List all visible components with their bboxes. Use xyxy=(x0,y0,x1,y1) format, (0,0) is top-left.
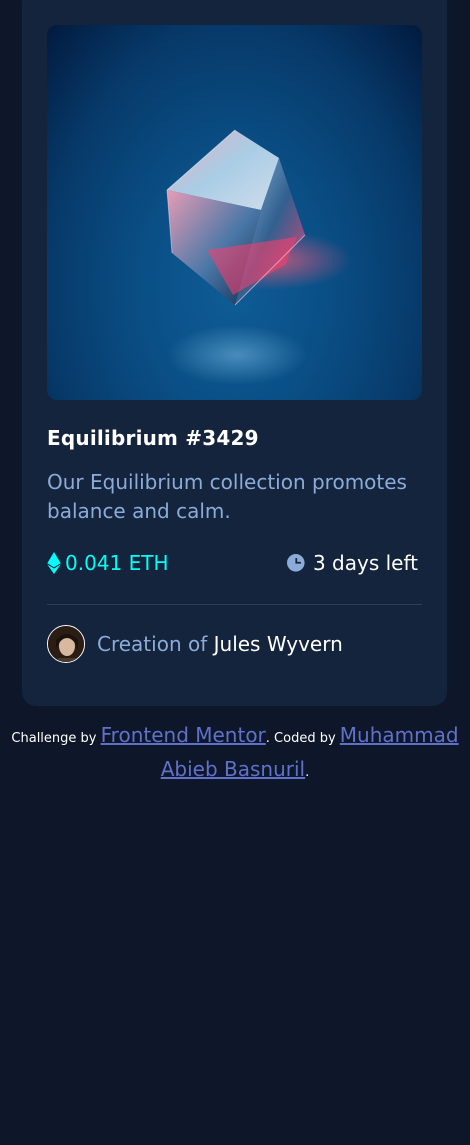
creator: Creation of Jules Wyvern xyxy=(47,624,343,664)
attribution-prefix: Challenge by xyxy=(11,731,97,746)
nft-description: Our Equilibrium collection promotes bala… xyxy=(47,470,407,523)
creator-text: Creation of Jules Wyvern xyxy=(97,632,343,656)
ethereum-icon xyxy=(47,552,61,574)
attribution: Challenge by Frontend Mentor. Coded by M… xyxy=(0,720,470,788)
nft-card: Equilibrium #3429 Our Equilibrium collec… xyxy=(22,0,447,706)
price: 0.041 ETH xyxy=(47,548,169,578)
divider xyxy=(47,604,422,605)
price-value: 0.041 ETH xyxy=(65,551,169,575)
nft-title[interactable]: Equilibrium #3429 xyxy=(47,426,259,450)
time-left: 3 days left xyxy=(286,548,418,578)
frontend-mentor-link[interactable]: Frontend Mentor xyxy=(101,723,266,747)
creator-prefix: Creation of xyxy=(97,632,208,656)
nft-image[interactable] xyxy=(47,25,422,400)
creator-name-link[interactable]: Jules Wyvern xyxy=(214,632,343,656)
creator-avatar xyxy=(47,625,85,663)
cube-illustration xyxy=(166,129,352,385)
attribution-middle: . Coded by xyxy=(265,731,336,746)
time-left-value: 3 days left xyxy=(312,551,418,575)
attribution-suffix: . xyxy=(305,765,310,780)
clock-icon xyxy=(286,554,305,572)
